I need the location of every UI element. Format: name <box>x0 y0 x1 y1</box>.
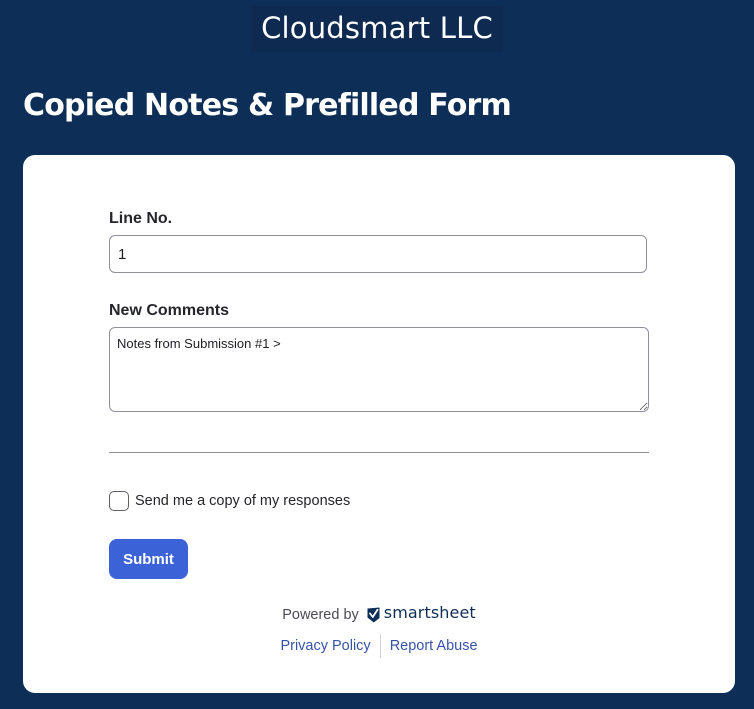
submit-button[interactable]: Submit <box>109 539 188 579</box>
smartsheet-logo-icon <box>367 607 380 623</box>
link-separator <box>379 634 381 658</box>
powered-by-text: Powered by <box>282 607 359 623</box>
report-abuse-link[interactable]: Report Abuse <box>390 638 478 654</box>
privacy-policy-link[interactable]: Privacy Policy <box>280 638 370 654</box>
line-no-input[interactable] <box>109 235 647 273</box>
form-card: Line No. New Comments Notes from Submiss… <box>23 155 735 693</box>
send-copy-checkbox[interactable] <box>109 491 129 511</box>
footer-links: Privacy Policy Report Abuse <box>23 634 735 658</box>
new-comments-textarea[interactable]: Notes from Submission #1 > <box>109 327 649 412</box>
smartsheet-wordmark: smartsheet <box>383 602 476 622</box>
new-comments-label: New Comments <box>109 302 230 319</box>
line-no-label: Line No. <box>109 210 173 227</box>
company-header: Cloudsmart LLC <box>0 0 754 54</box>
send-copy-option[interactable]: Send me a copy of my responses <box>109 490 350 512</box>
page-title: Copied Notes & Prefilled Form <box>23 88 512 123</box>
company-name: Cloudsmart LLC <box>251 6 503 52</box>
send-copy-label[interactable]: Send me a copy of my responses <box>135 493 350 509</box>
form-divider <box>109 452 649 453</box>
smartsheet-logo: smartsheet <box>367 602 476 625</box>
powered-by: Powered by smartsheet <box>23 603 735 627</box>
